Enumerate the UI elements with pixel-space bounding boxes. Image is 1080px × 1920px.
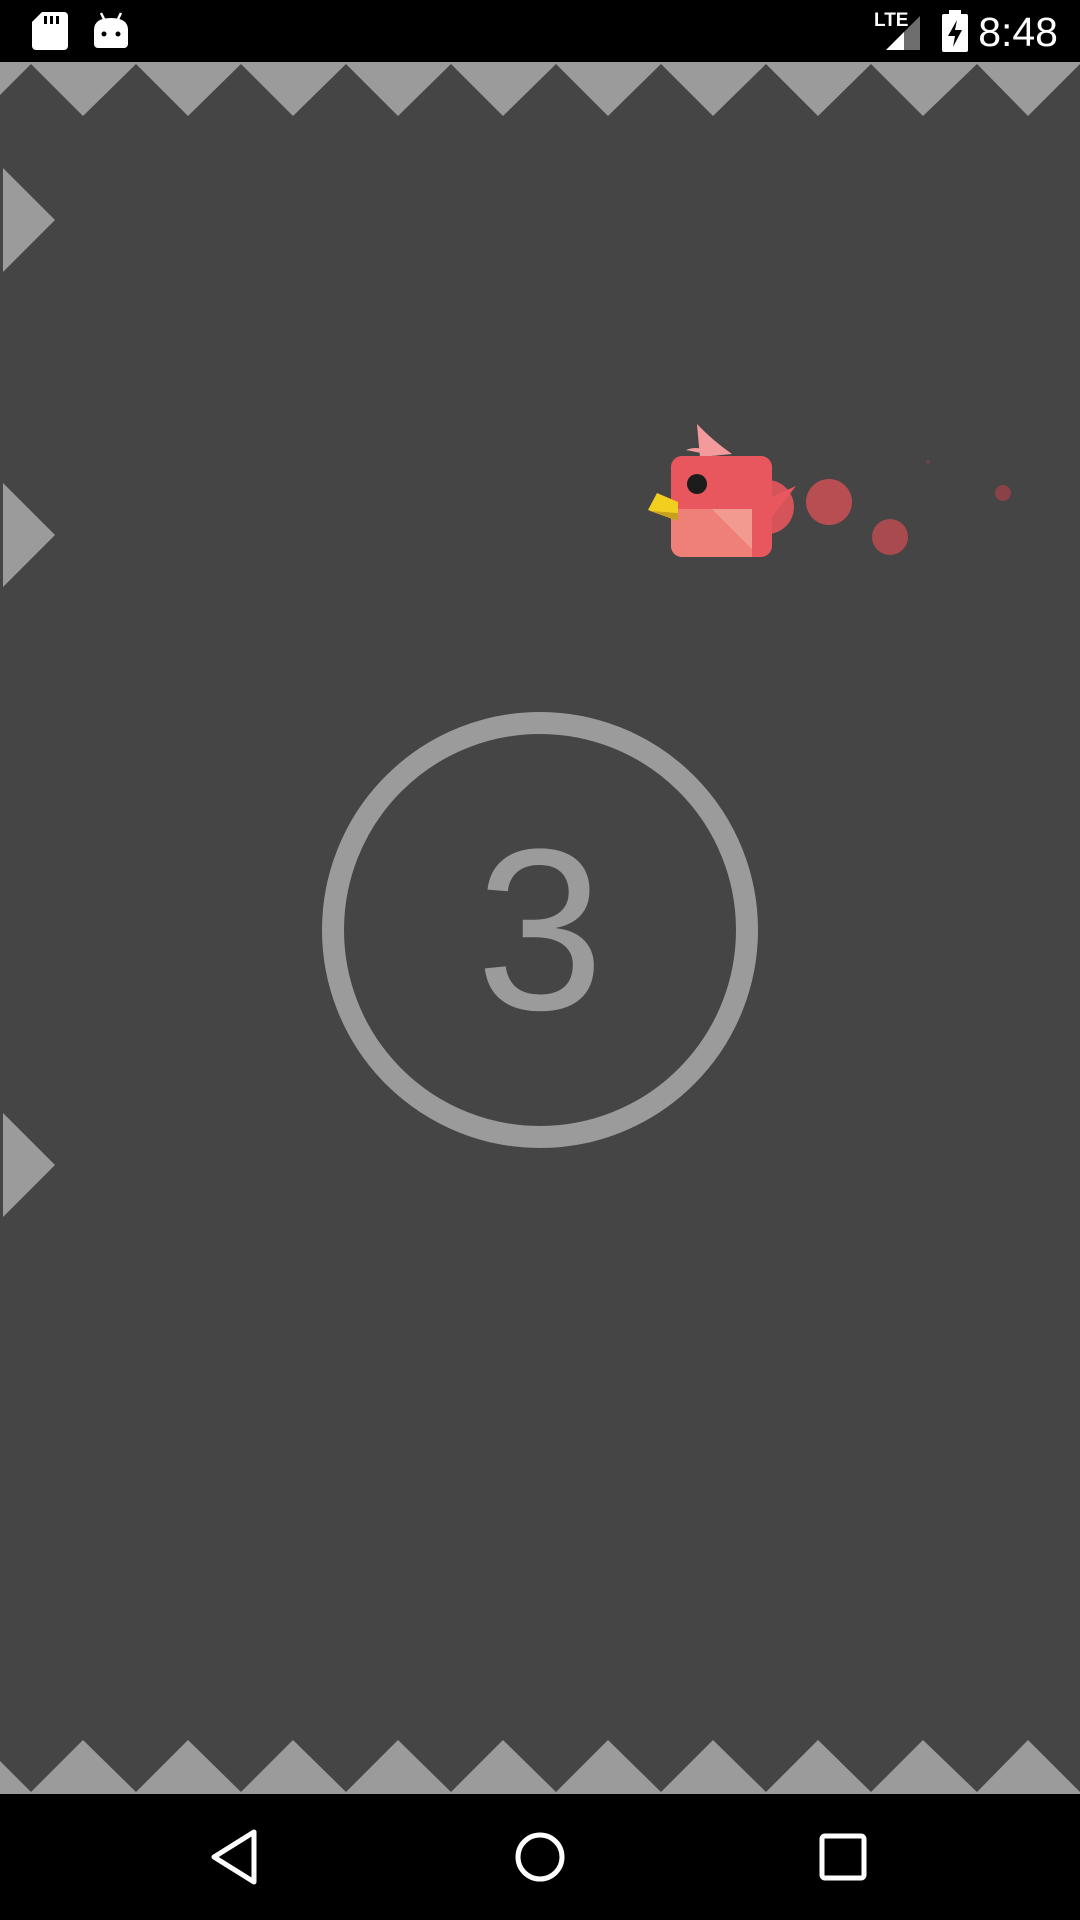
status-bar: LTE 8:48 — [0, 0, 1080, 62]
left-wall-spikes — [3, 168, 55, 1217]
android-icon — [94, 12, 128, 48]
left-spike — [3, 1113, 55, 1217]
status-clock: 8:48 — [978, 9, 1058, 55]
home-icon[interactable] — [505, 1822, 575, 1892]
bird-eye — [687, 474, 707, 494]
trail-particle — [995, 485, 1011, 501]
game-screen[interactable]: LTE 8:48 3 — [0, 0, 1080, 1920]
bottom-spikes — [0, 1740, 1080, 1794]
trail-particle — [872, 519, 908, 555]
back-icon[interactable] — [200, 1822, 270, 1892]
trail-particle — [806, 479, 852, 525]
trail-particle — [926, 460, 930, 464]
game-area[interactable]: 3 — [0, 62, 1080, 1794]
network-type-label: LTE — [874, 10, 909, 31]
recents-icon[interactable] — [808, 1822, 878, 1892]
countdown-timer: 3 — [322, 712, 758, 1148]
battery-charging-icon — [942, 10, 968, 52]
bird-player — [648, 424, 1011, 557]
left-spike — [3, 168, 55, 272]
sd-card-icon — [32, 12, 68, 50]
top-spikes — [0, 62, 1080, 116]
navigation-bar — [0, 1794, 1080, 1920]
left-spike — [3, 483, 55, 587]
countdown-number: 3 — [476, 801, 604, 1058]
